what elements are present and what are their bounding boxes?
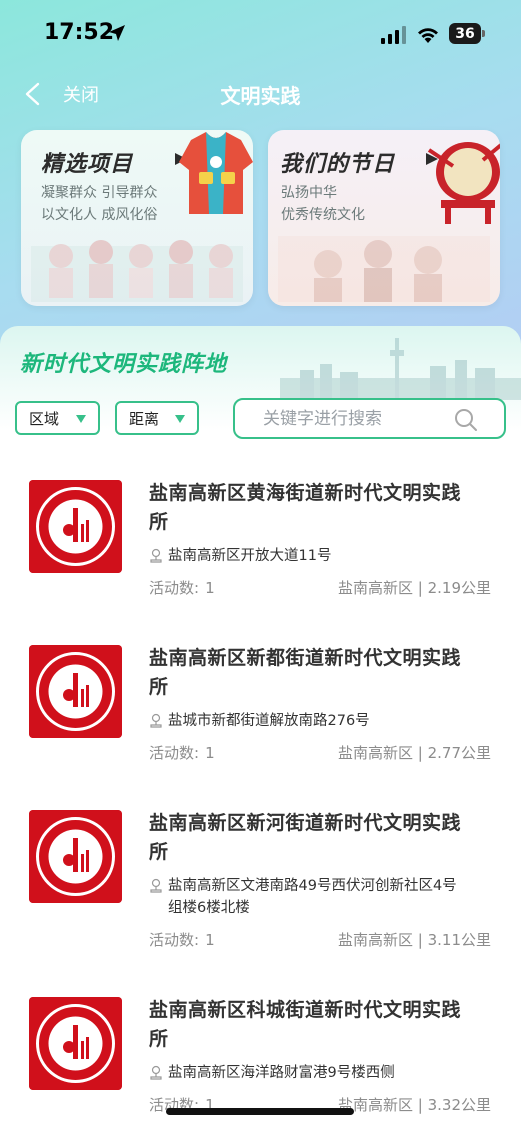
status-bar: 17:52 36 <box>0 0 521 70</box>
practice-center-logo-icon <box>29 480 122 573</box>
search-box[interactable] <box>233 398 506 439</box>
item-address: 盐城市新都街道解放南路276号 <box>168 713 370 729</box>
family-illustration-icon <box>278 236 490 302</box>
section-title: 新时代文明实践阵地 <box>20 352 228 377</box>
item-name: 盐南高新区新河街道新时代文明实践所 <box>149 812 462 863</box>
card-subtitle: 凝聚群众 引导群众 <box>41 185 158 201</box>
home-indicator[interactable] <box>166 1108 354 1115</box>
location-pin-icon <box>150 878 162 893</box>
item-name: 盐南高新区黄海街道新时代文明实践所 <box>149 482 462 533</box>
triangle-down-icon <box>175 415 185 423</box>
item-activity-count: 活动数: 1 <box>149 931 215 949</box>
triangle-down-icon <box>76 415 86 423</box>
item-address: 盐南高新区文港南路49号西伏河创新社区4号 组楼6楼北楼 <box>168 878 457 916</box>
drum-icon <box>427 142 500 224</box>
card-title: 精选项目 <box>41 152 134 177</box>
item-location-distance: 盐南高新区 | 2.77公里 <box>338 744 491 762</box>
list-item[interactable]: 盐南高新区新河街道新时代文明实践所 盐南高新区文港南路49号西伏河创新社区4号 … <box>0 810 521 970</box>
card-subtitle: 弘扬中华 <box>281 185 337 201</box>
our-festivals-card[interactable]: 我们的节日 弘扬中华 优秀传统文化 <box>268 130 500 306</box>
item-name: 盐南高新区科城街道新时代文明实践所 <box>149 999 462 1050</box>
item-location-distance: 盐南高新区 | 2.19公里 <box>338 579 491 597</box>
featured-projects-card[interactable]: 精选项目 凝聚群众 引导群众 以文化人 成风化俗 <box>21 130 253 306</box>
status-time: 17:52 <box>44 20 115 45</box>
item-address: 盐南高新区海洋路财富港9号楼西侧 <box>168 1065 395 1081</box>
item-location-distance: 盐南高新区 | 3.32公里 <box>338 1096 491 1114</box>
item-address: 盐南高新区开放大道11号 <box>168 548 332 564</box>
region-filter-dropdown[interactable]: 区域 <box>15 401 100 435</box>
nav-bar: 关闭 文明实践 <box>0 72 521 116</box>
item-activity-count: 活动数: 1 <box>149 744 215 762</box>
search-icon[interactable] <box>454 408 478 432</box>
wifi-icon <box>418 28 438 43</box>
distance-filter-label: 距离 <box>129 409 160 428</box>
region-filter-label: 区域 <box>29 409 60 428</box>
list-item[interactable]: 盐南高新区新都街道新时代文明实践所 盐城市新都街道解放南路276号 活动数: 1 … <box>0 645 521 805</box>
people-illustration-icon <box>31 240 243 302</box>
volunteer-vest-icon <box>179 132 253 214</box>
skyline-illustration-icon <box>280 338 521 400</box>
item-activity-count: 活动数: 1 <box>149 579 215 597</box>
location-pin-icon <box>150 548 162 563</box>
card-subtitle: 优秀传统文化 <box>281 207 365 223</box>
distance-filter-dropdown[interactable]: 距离 <box>115 401 199 435</box>
list-item[interactable]: 盐南高新区黄海街道新时代文明实践所 盐南高新区开放大道11号 活动数: 1 盐南高… <box>0 480 521 640</box>
practice-center-logo-icon <box>29 810 122 903</box>
battery-level: 36 <box>455 25 475 42</box>
location-pin-icon <box>150 713 162 728</box>
practice-center-logo-icon <box>29 645 122 738</box>
cellular-signal-icon <box>381 26 406 44</box>
card-subtitle: 以文化人 成风化俗 <box>41 207 158 223</box>
location-pin-icon <box>150 1065 162 1080</box>
page-title: 文明实践 <box>220 84 301 108</box>
practice-center-logo-icon <box>29 997 122 1090</box>
card-title: 我们的节日 <box>280 152 396 177</box>
battery-icon: 36 <box>449 23 485 44</box>
location-arrow-icon <box>109 25 125 41</box>
item-location-distance: 盐南高新区 | 3.11公里 <box>338 931 491 949</box>
item-name: 盐南高新区新都街道新时代文明实践所 <box>149 647 462 698</box>
search-input[interactable] <box>235 400 455 437</box>
